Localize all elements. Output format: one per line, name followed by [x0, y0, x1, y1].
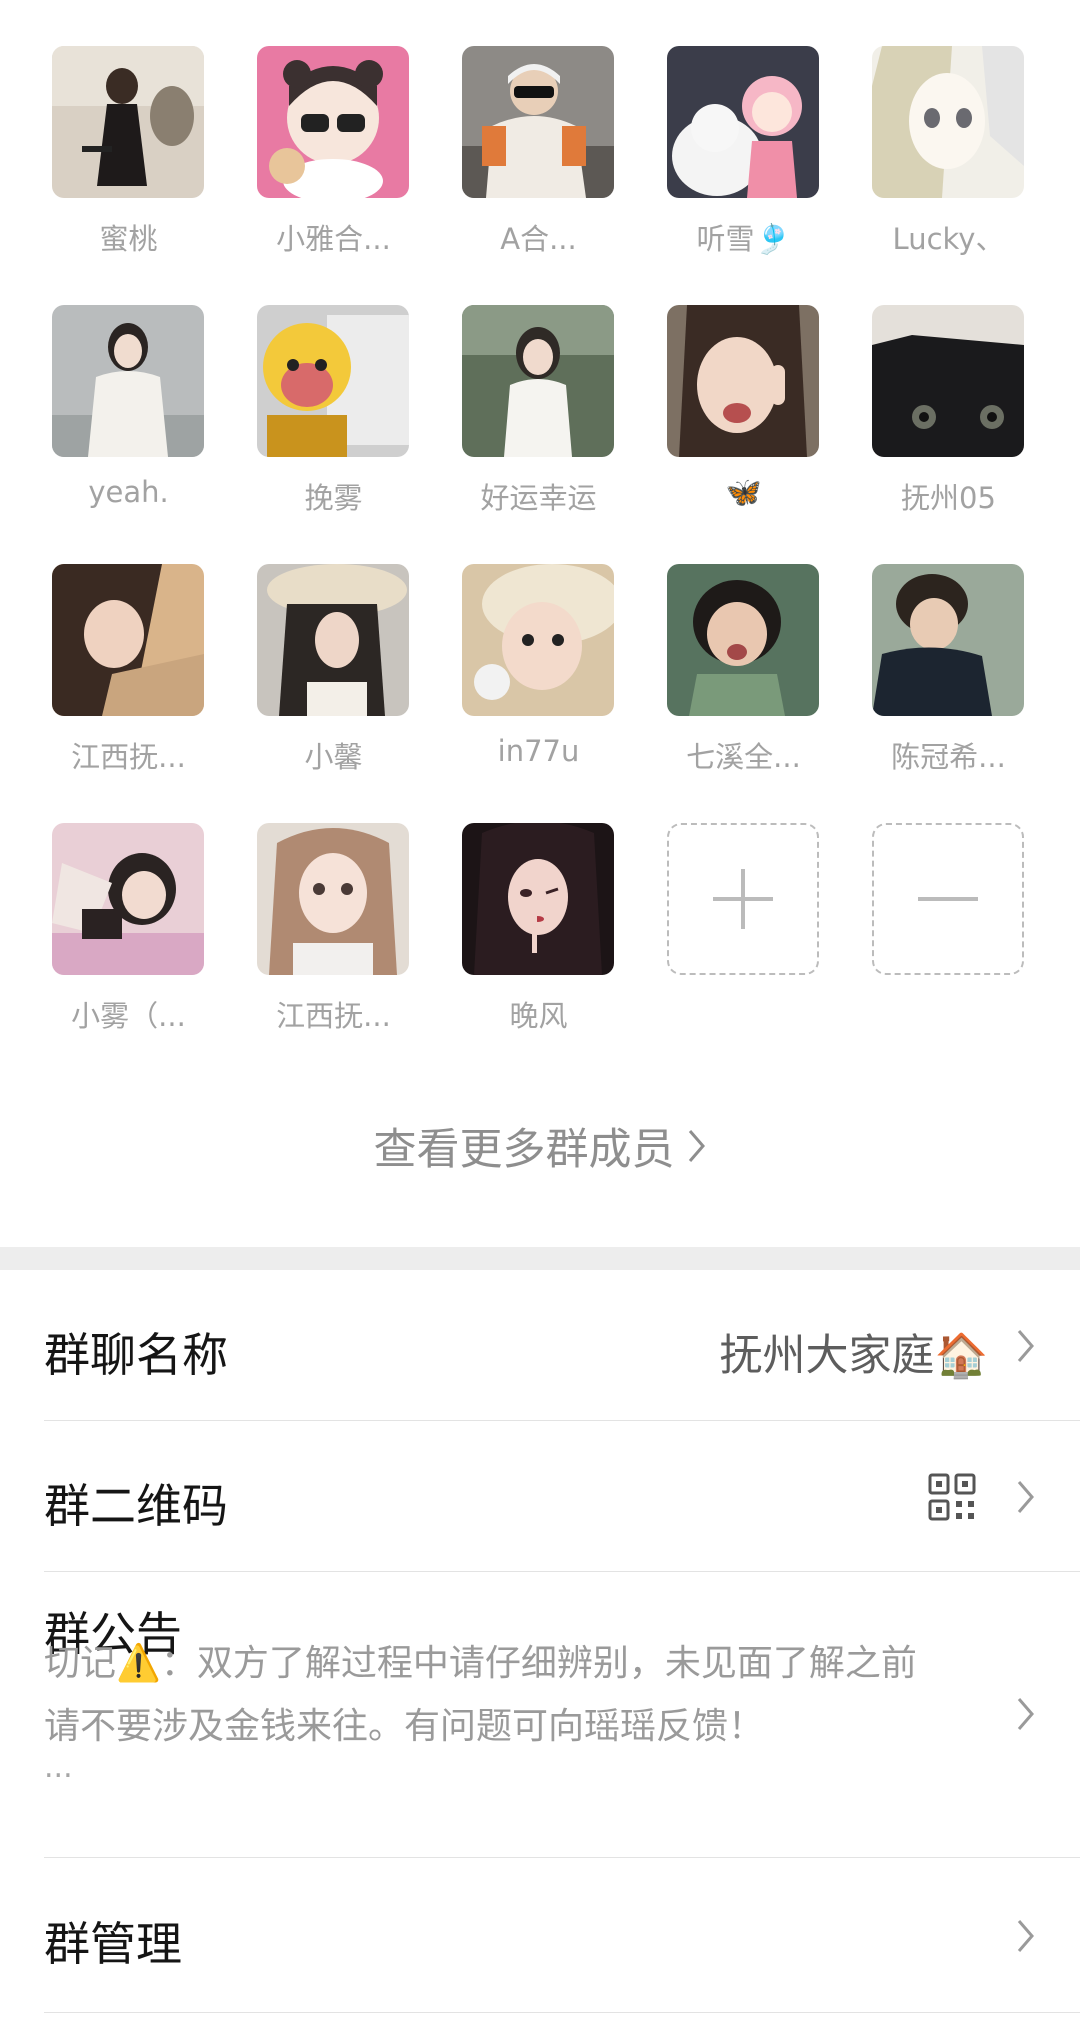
member-name: 挽雾	[304, 481, 363, 515]
plus-icon	[713, 869, 773, 929]
avatar[interactable]	[52, 823, 204, 975]
member-item[interactable]: yeah.	[26, 305, 231, 545]
chevron-right-icon	[1017, 1698, 1034, 1730]
avatar[interactable]	[667, 305, 819, 457]
chevron-right-icon	[1017, 1481, 1034, 1513]
group-qr-row[interactable]: 群二维码	[44, 1421, 1080, 1571]
member-remove[interactable]	[846, 823, 1051, 1063]
view-more-label: 查看更多群成员	[373, 1125, 675, 1175]
member-item[interactable]: 听雪🎐	[641, 46, 846, 286]
group-name-value: 抚州大家庭🏠	[719, 1331, 988, 1381]
member-name: 蜜桃	[99, 222, 158, 256]
avatar[interactable]	[872, 305, 1024, 457]
announcement-line: 切记⚠️：双方了解过程中请仔细辨别，未见面了解之前	[44, 1643, 917, 1684]
divider	[44, 2012, 1080, 2013]
group-manage-row[interactable]: 群管理	[44, 1858, 1080, 2008]
member-item[interactable]: in77u	[436, 564, 641, 804]
announcement-line: 请不要涉及金钱来往。有问题可向瑶瑶反馈！	[44, 1706, 765, 1747]
member-item[interactable]: 小雅合...	[231, 46, 436, 286]
announcement-text: 切记⚠️：双方了解过程中请仔细辨别，未见面了解之前 请不要涉及金钱来往。有问题可…	[44, 1632, 984, 1758]
avatar[interactable]	[872, 46, 1024, 198]
avatar[interactable]	[257, 46, 409, 198]
member-item[interactable]: 小馨	[231, 564, 436, 804]
avatar[interactable]	[257, 823, 409, 975]
member-item[interactable]: 江西抚...	[26, 564, 231, 804]
member-grid: 蜜桃 小雅合... A合... 听雪🎐 Lucky、 yeah. 挽雾 好运幸运…	[0, 0, 1080, 1247]
member-name: 小雾（...	[71, 999, 186, 1033]
avatar[interactable]	[462, 305, 614, 457]
chevron-right-icon	[1017, 1330, 1034, 1362]
member-item[interactable]: 陈冠希...	[846, 564, 1051, 804]
add-member-button[interactable]	[667, 823, 819, 975]
member-name: 好运幸运	[480, 481, 597, 515]
qr-code-icon	[928, 1473, 976, 1521]
member-name: 小雅合...	[276, 222, 391, 256]
member-item[interactable]: 晚风	[436, 823, 641, 1063]
member-name: 🦋	[725, 475, 762, 509]
chevron-right-icon	[1017, 1920, 1034, 1952]
member-name: 江西抚...	[276, 999, 391, 1033]
group-manage-label: 群管理	[44, 1917, 182, 1971]
member-item[interactable]: 挽雾	[231, 305, 436, 545]
group-announcement-row[interactable]: 群公告 切记⚠️：双方了解过程中请仔细辨别，未见面了解之前 请不要涉及金钱来往。…	[44, 1572, 1080, 1857]
avatar[interactable]	[52, 564, 204, 716]
member-name: in77u	[497, 734, 580, 768]
member-name: 抚州05	[901, 481, 996, 515]
member-name: 晚风	[509, 999, 568, 1033]
member-item[interactable]: 好运幸运	[436, 305, 641, 545]
member-item[interactable]: Lucky、	[846, 46, 1051, 286]
member-item[interactable]: 江西抚...	[231, 823, 436, 1063]
announcement-ellipsis: ...	[44, 1750, 73, 1785]
member-name: A合...	[500, 222, 577, 256]
minus-icon	[918, 897, 978, 901]
member-name: 七溪全...	[686, 740, 801, 774]
member-name: 听雪🎐	[696, 222, 791, 256]
group-qr-label: 群二维码	[44, 1479, 228, 1533]
avatar[interactable]	[667, 46, 819, 198]
member-item[interactable]: 抚州05	[846, 305, 1051, 545]
member-item[interactable]: 🦋	[641, 305, 846, 545]
remove-member-button[interactable]	[872, 823, 1024, 975]
member-name: 小馨	[304, 740, 363, 774]
member-item[interactable]: A合...	[436, 46, 641, 286]
chevron-right-icon	[688, 1130, 705, 1162]
avatar[interactable]	[462, 564, 614, 716]
member-add[interactable]	[641, 823, 846, 1063]
group-name-label: 群聊名称	[44, 1328, 228, 1382]
member-name: yeah.	[88, 475, 169, 509]
member-item[interactable]: 蜜桃	[26, 46, 231, 286]
avatar[interactable]	[462, 823, 614, 975]
avatar[interactable]	[52, 305, 204, 457]
avatar[interactable]	[52, 46, 204, 198]
avatar[interactable]	[872, 564, 1024, 716]
view-more-members-link[interactable]: 查看更多群成员	[0, 1115, 1080, 1177]
member-name: Lucky、	[892, 222, 1005, 256]
member-item[interactable]: 七溪全...	[641, 564, 846, 804]
member-item[interactable]: 小雾（...	[26, 823, 231, 1063]
group-name-row[interactable]: 群聊名称 抚州大家庭🏠	[44, 1270, 1080, 1420]
avatar[interactable]	[667, 564, 819, 716]
member-name: 陈冠希...	[891, 740, 1006, 774]
member-name: 江西抚...	[71, 740, 186, 774]
avatar[interactable]	[257, 564, 409, 716]
avatar[interactable]	[462, 46, 614, 198]
avatar[interactable]	[257, 305, 409, 457]
section-separator	[0, 1247, 1080, 1270]
